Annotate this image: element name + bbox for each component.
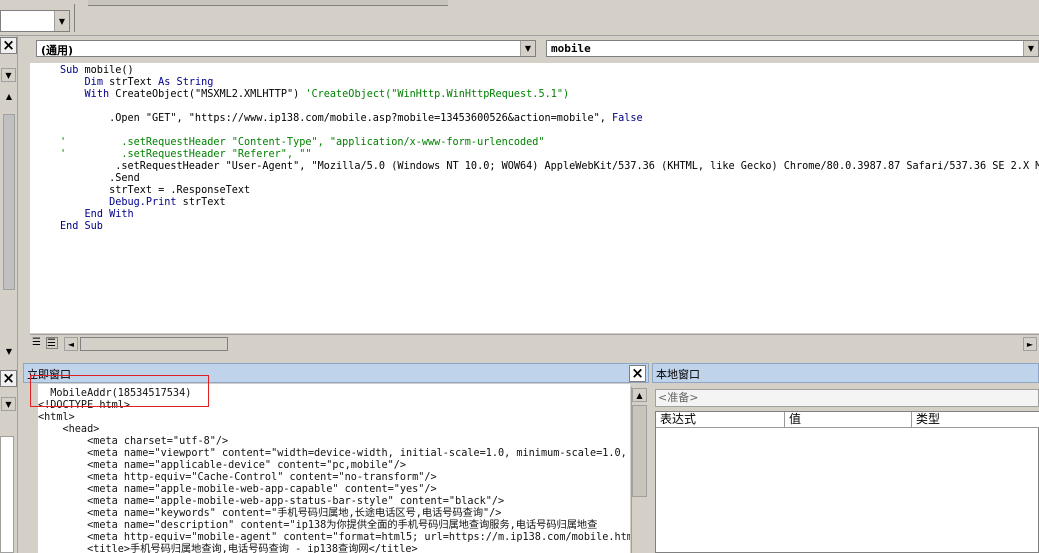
code-token: Sub bbox=[60, 65, 79, 76]
immediate-line: <html> bbox=[38, 412, 75, 423]
immediate-line: <meta name="apple-mobile-web-app-capable… bbox=[38, 484, 437, 495]
code-line[interactable]: strText = .ResponseText bbox=[60, 185, 250, 197]
code-line[interactable]: ' .setRequestHeader "Referer", "" bbox=[60, 149, 311, 161]
module-view-icon[interactable]: ☰ bbox=[46, 337, 58, 349]
locals-status: <准备> bbox=[655, 389, 1039, 407]
chevron-down-icon: ▼ bbox=[1023, 41, 1038, 56]
procedure-combo[interactable]: (通用) ▼ bbox=[36, 40, 536, 57]
code-line[interactable]: End Sub bbox=[60, 221, 103, 233]
code-token: With bbox=[84, 89, 110, 100]
code-token: CreateObject("MSXML2.XMLHTTP") bbox=[109, 89, 306, 100]
code-token: 'CreateObject("WinHttp.WinHttpRequest.5.… bbox=[305, 89, 570, 100]
toolbar-grip[interactable] bbox=[74, 4, 84, 32]
scroll-left-icon[interactable]: ◄ bbox=[64, 337, 78, 351]
member-combo-value: mobile bbox=[551, 42, 591, 55]
chevron-down-icon[interactable]: ▼ bbox=[1, 397, 16, 411]
scroll-right-icon[interactable]: ► bbox=[1023, 337, 1037, 351]
code-line[interactable]: With CreateObject("MSXML2.XMLHTTP") 'Cre… bbox=[60, 89, 570, 101]
immediate-output[interactable]: MobileAddr(18534517534) <!DOCTYPE html> <h… bbox=[38, 384, 630, 553]
toolbar-strip bbox=[88, 0, 448, 6]
code-line[interactable]: .setRequestHeader "User-Agent", "Mozilla… bbox=[60, 161, 1039, 173]
close-icon[interactable]: × bbox=[0, 37, 17, 54]
chevron-down-icon: ▼ bbox=[54, 11, 69, 31]
locals-title-bar: 本地窗口 bbox=[652, 363, 1039, 383]
code-editor[interactable]: Sub mobile() Dim strText As String With … bbox=[30, 63, 1039, 333]
code-token: ' .setRequestHeader "Content-Type", "app… bbox=[60, 137, 545, 148]
procedure-combo-value: (通用) bbox=[41, 44, 74, 57]
procedure-view-icon[interactable]: ☰ bbox=[32, 337, 44, 349]
immediate-line: <title>手机号码归属地查询,电话号码查询 - ip138查询网</titl… bbox=[38, 544, 418, 553]
code-token: End Sub bbox=[60, 221, 103, 232]
locals-title: 本地窗口 bbox=[656, 368, 700, 381]
locals-col-value[interactable]: 值 bbox=[785, 412, 912, 428]
code-token: Debug.Print bbox=[109, 197, 177, 208]
code-hscroll-thumb[interactable] bbox=[80, 337, 228, 351]
code-line[interactable]: .Open "GET", "https://www.ip138.com/mobi… bbox=[60, 113, 643, 125]
code-token: strText bbox=[176, 197, 226, 208]
immediate-line: <meta name="apple-mobile-web-app-status-… bbox=[38, 496, 505, 507]
code-line[interactable]: Debug.Print strText bbox=[60, 197, 226, 209]
chevron-down-icon: ▼ bbox=[520, 41, 535, 56]
code-token: As String bbox=[158, 77, 214, 88]
left-scroll-thumb[interactable] bbox=[3, 114, 15, 290]
left-scroll-up[interactable]: ▲ bbox=[2, 90, 16, 104]
code-token: Dim bbox=[84, 77, 103, 88]
code-token: .Send bbox=[60, 173, 140, 184]
left-scroll-down[interactable]: ▼ bbox=[2, 345, 16, 359]
code-line[interactable]: End With bbox=[60, 209, 134, 221]
scroll-up-icon[interactable]: ▲ bbox=[632, 388, 647, 402]
chevron-down-icon[interactable]: ▼ bbox=[1, 68, 16, 82]
locals-col-expression[interactable]: 表达式 bbox=[656, 412, 785, 428]
member-combo[interactable]: mobile ▼ bbox=[546, 40, 1039, 57]
code-line[interactable]: Dim strText As String bbox=[60, 77, 214, 89]
immediate-line: <meta name="description" content="ip138为… bbox=[38, 520, 598, 531]
code-token: .Open "GET", "https://www.ip138.com/mobi… bbox=[60, 113, 613, 124]
immediate-line: <meta http-equiv="mobile-agent" content=… bbox=[38, 532, 630, 543]
code-line[interactable]: Sub mobile() bbox=[60, 65, 134, 77]
immediate-line: <head> bbox=[38, 424, 100, 435]
left-white-panel bbox=[0, 436, 14, 553]
locals-table[interactable] bbox=[655, 411, 1039, 553]
code-token: strText = .ResponseText bbox=[60, 185, 251, 196]
immediate-line: <meta charset="utf-8"/> bbox=[38, 436, 229, 447]
immediate-line: <meta name="keywords" content="手机号码归属地,长… bbox=[38, 508, 502, 519]
immediate-line: <meta name="applicable-device" content="… bbox=[38, 460, 407, 471]
highlight-box bbox=[30, 375, 209, 407]
code-token: strText bbox=[102, 77, 159, 88]
close-icon[interactable]: × bbox=[629, 365, 646, 382]
code-line[interactable]: ' .setRequestHeader "Content-Type", "app… bbox=[60, 137, 545, 149]
close-icon[interactable]: × bbox=[0, 370, 17, 387]
locals-col-type[interactable]: 类型 bbox=[912, 412, 1039, 428]
code-token: mobile() bbox=[78, 65, 134, 76]
code-token: End With bbox=[84, 209, 134, 220]
immediate-vscroll-thumb[interactable] bbox=[632, 405, 647, 497]
code-line[interactable]: .Send bbox=[60, 173, 140, 185]
immediate-line: <meta name="viewport" content="width=dev… bbox=[38, 448, 630, 459]
code-token: False bbox=[612, 113, 643, 124]
code-token: ' .setRequestHeader "Referer", "" bbox=[60, 149, 312, 160]
code-token: .setRequestHeader "User-Agent", "Mozilla… bbox=[60, 161, 1039, 172]
immediate-line: <meta http-equiv="Cache-Control" content… bbox=[38, 472, 437, 483]
toolbar-combo[interactable]: ▼ bbox=[0, 10, 70, 32]
